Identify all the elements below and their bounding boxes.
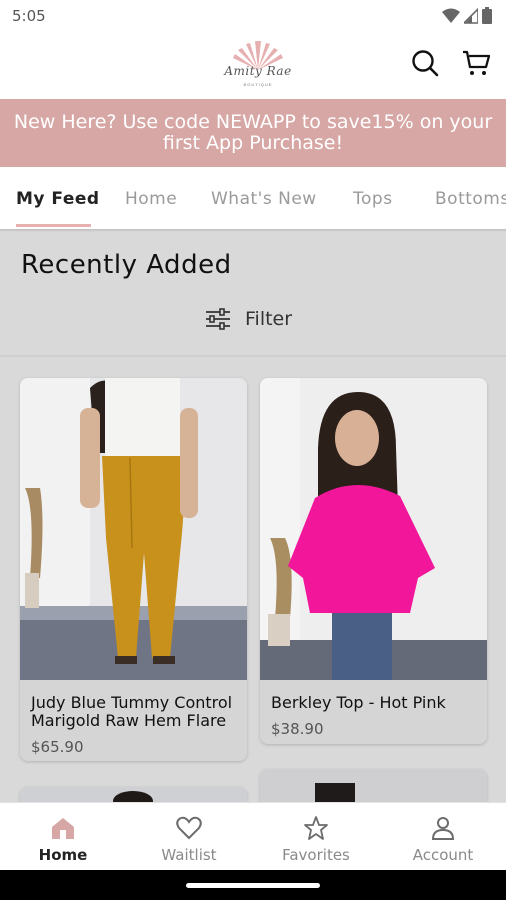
battery-icon (482, 7, 492, 24)
tab-tops[interactable]: Tops (353, 189, 393, 209)
filter-sliders-icon (206, 308, 230, 330)
home-icon (52, 818, 74, 839)
heart-icon (176, 816, 202, 840)
product-image-1 (20, 378, 247, 680)
status-bar: 5:05 (0, 0, 506, 32)
section-title: Recently Added (21, 250, 232, 280)
nav-home-label: Home (38, 846, 88, 864)
tab-home[interactable]: Home (125, 189, 177, 209)
product-card-4[interactable] (260, 769, 487, 802)
tab-my-feed[interactable]: My Feed (16, 189, 100, 209)
search-icon[interactable] (410, 48, 440, 78)
product-price-1: $65.90 (31, 738, 84, 756)
tab-bottoms[interactable]: Bottoms (435, 189, 506, 209)
gesture-handle[interactable] (186, 883, 320, 888)
filter-divider (0, 355, 506, 357)
product-image-3 (20, 787, 247, 802)
logo-text: Amity Rae (224, 64, 292, 78)
category-tabs: My Feed Home What's New Tops Bottoms (0, 167, 506, 229)
promo-banner[interactable]: New Here? Use code NEWAPP to save15% on … (0, 99, 506, 167)
person-icon (431, 817, 455, 840)
product-image-2 (260, 378, 487, 680)
cell-signal-icon (464, 7, 478, 24)
product-title-2: Berkley Top - Hot Pink (271, 693, 446, 712)
tab-whats-new[interactable]: What's New (211, 189, 317, 209)
filter-label: Filter (245, 308, 293, 330)
bottom-navigation: Home Waitlist Favorites Account (0, 802, 506, 870)
nav-account[interactable]: Account (380, 803, 506, 871)
status-icons (442, 7, 492, 24)
nav-home[interactable]: Home (0, 803, 126, 871)
status-time: 5:05 (12, 7, 46, 25)
product-image-4 (260, 769, 487, 802)
promo-text: New Here? Use code NEWAPP to save15% on … (13, 111, 493, 154)
product-price-2: $38.90 (271, 720, 324, 738)
filter-button[interactable]: Filter (205, 308, 292, 330)
active-tab-indicator (16, 224, 91, 227)
feed-content: Recently Added Filter Judy Blue Tummy Co… (0, 232, 506, 802)
nav-waitlist[interactable]: Waitlist (126, 803, 252, 871)
product-title-1-line2: Marigold Raw Hem Flare (31, 711, 227, 730)
star-icon (304, 816, 328, 840)
nav-favorites-label: Favorites (282, 846, 350, 864)
nav-favorites[interactable]: Favorites (253, 803, 379, 871)
product-card-2[interactable]: Berkley Top - Hot Pink $38.90 (260, 378, 487, 744)
app-header: Amity Rae BOUTIQUE (0, 32, 506, 99)
nav-account-label: Account (412, 846, 474, 864)
logo-subtext: BOUTIQUE (243, 82, 273, 87)
product-card-1[interactable]: Judy Blue Tummy Control Marigold Raw Hem… (20, 378, 247, 761)
product-title-1-line1: Judy Blue Tummy Control (31, 693, 233, 712)
product-card-3[interactable] (20, 787, 247, 802)
nav-waitlist-label: Waitlist (161, 846, 217, 864)
wifi-icon (442, 8, 460, 23)
cart-icon[interactable] (461, 48, 491, 78)
system-gesture-bar (0, 870, 506, 900)
brand-logo[interactable]: Amity Rae BOUTIQUE (220, 40, 296, 92)
